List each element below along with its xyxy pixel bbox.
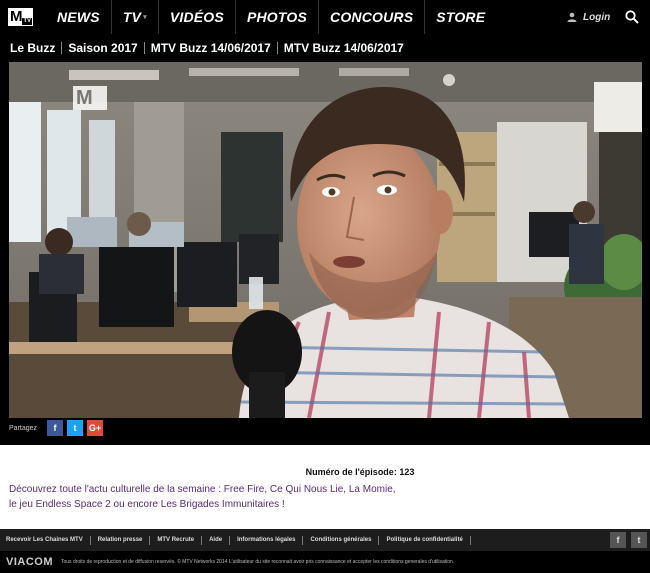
twitter-icon: t xyxy=(73,423,77,433)
googleplus-share-button[interactable]: G+ xyxy=(87,420,104,436)
episode-number-text: Numéro de l'épisode: 123 xyxy=(305,467,415,477)
nav-news-label: NEWS xyxy=(57,9,100,25)
footer-facebook-button[interactable]: f xyxy=(610,532,626,548)
legal-bar: VIACOM Tous droits de reproduction et de… xyxy=(0,551,650,573)
twitter-icon: t xyxy=(637,535,641,545)
footer-link[interactable]: Politique de confidentialité xyxy=(379,535,471,545)
mtv-watermark: M xyxy=(73,86,107,110)
nav-news[interactable]: NEWS xyxy=(46,0,112,34)
nav-tv[interactable]: TV ▾ xyxy=(112,0,159,34)
breadcrumb-item[interactable]: Le Buzz xyxy=(10,41,55,55)
video-stage: M Partagez f t G+ xyxy=(0,62,650,445)
footer-link[interactable]: Informations légales xyxy=(230,535,304,545)
nav-concours[interactable]: CONCOURS xyxy=(319,0,426,34)
viacom-logo[interactable]: VIACOM xyxy=(6,556,53,568)
episode-number: Numéro de l'épisode: 123 xyxy=(0,462,650,480)
nav-photos-label: PHOTOS xyxy=(246,9,308,25)
nav-store-label: STORE xyxy=(436,9,486,25)
nav-videos-label: VIDÉOS xyxy=(169,9,224,25)
search-icon[interactable] xyxy=(625,10,639,24)
footer-link[interactable]: Aide xyxy=(202,535,231,545)
googleplus-icon: G+ xyxy=(88,423,102,433)
mtv-logo[interactable]: M TV xyxy=(8,8,33,26)
share-label: Partagez xyxy=(9,424,38,432)
logo-letter: M xyxy=(10,8,22,25)
breadcrumb-divider xyxy=(276,42,278,54)
legal-text: Tous droits de reproduction et de diffus… xyxy=(61,559,455,565)
watermark-letter: M xyxy=(76,87,93,109)
video-player[interactable]: M xyxy=(9,62,642,418)
footer-links: Recevoir Les Chaines MTV Relation presse… xyxy=(0,529,650,551)
main-menu: NEWS TV ▾ VIDÉOS PHOTOS CONCOURS STORE xyxy=(46,0,496,34)
description-line: le jeu Endless Space 2 ou encore Les Bri… xyxy=(9,499,285,510)
footer-social: f t xyxy=(610,532,647,548)
description-line: Découvrez toute l'actu culturelle de la … xyxy=(9,484,396,495)
episode-description: Découvrez toute l'actu culturelle de la … xyxy=(9,482,449,512)
twitter-share-button[interactable]: t xyxy=(67,420,84,436)
facebook-share-button[interactable]: f xyxy=(47,420,64,436)
breadcrumb-item[interactable]: Saison 2017 xyxy=(68,41,137,55)
nav-videos[interactable]: VIDÉOS xyxy=(159,0,236,34)
breadcrumb-divider xyxy=(61,42,63,54)
share-bar: Partagez f t G+ xyxy=(9,419,104,437)
user-icon xyxy=(567,12,577,22)
login-button[interactable]: Login xyxy=(567,0,610,34)
nav-tv-label: TV xyxy=(122,9,142,25)
footer-twitter-button[interactable]: t xyxy=(631,532,647,548)
breadcrumb-divider xyxy=(143,42,145,54)
footer-link[interactable]: Relation presse xyxy=(91,535,151,545)
facebook-icon: f xyxy=(616,535,620,545)
footer-link[interactable]: Conditions générales xyxy=(303,535,380,545)
nav-concours-label: CONCOURS xyxy=(330,9,414,25)
video-frame xyxy=(9,62,642,418)
nav-store[interactable]: STORE xyxy=(425,0,496,34)
footer-link[interactable]: MTV Recrute xyxy=(150,535,203,545)
top-navigation: M TV NEWS TV ▾ VIDÉOS PHOTOS CONCOURS STO… xyxy=(0,0,650,34)
login-label: Login xyxy=(583,11,611,23)
chevron-down-icon: ▾ xyxy=(143,14,147,22)
facebook-icon: f xyxy=(53,423,57,433)
footer-link[interactable]: Recevoir Les Chaines MTV xyxy=(6,535,91,545)
logo-tv-tag: TV xyxy=(22,18,32,25)
breadcrumb: Le Buzz Saison 2017 MTV Buzz 14/06/2017 … xyxy=(0,34,650,62)
breadcrumb-current: MTV Buzz 14/06/2017 xyxy=(283,41,404,55)
nav-photos[interactable]: PHOTOS xyxy=(236,0,320,34)
breadcrumb-item[interactable]: MTV Buzz 14/06/2017 xyxy=(151,41,271,55)
